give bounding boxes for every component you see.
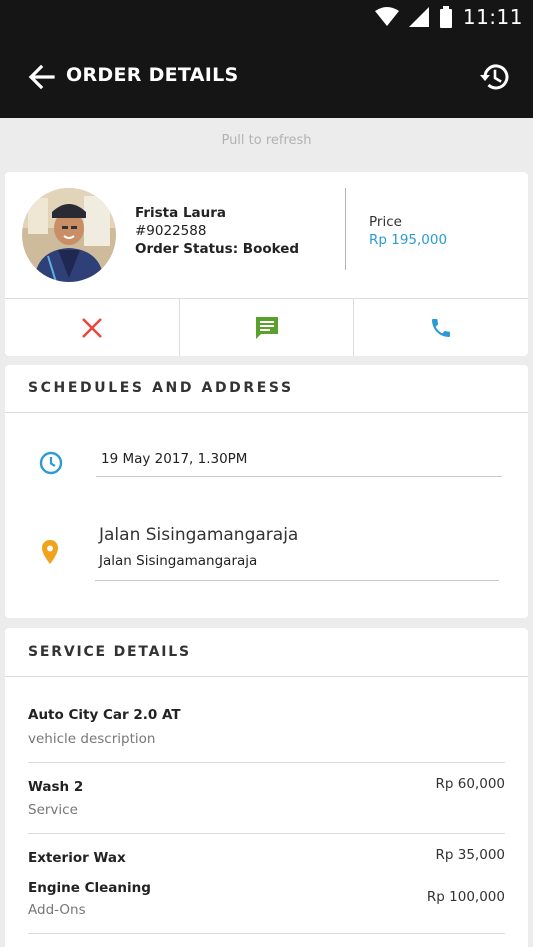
divider [96, 476, 502, 477]
addon-type: Add-Ons [28, 902, 86, 918]
service-name: Wash 2 [28, 779, 84, 795]
wifi-icon [374, 7, 399, 26]
signal-icon [408, 7, 429, 27]
service-price: Rp 60,000 [435, 776, 505, 792]
divider [345, 188, 346, 270]
price-value: Rp 195,000 [369, 232, 448, 248]
pull-to-refresh-hint: Pull to refresh [221, 133, 312, 148]
section-title-schedule: SCHEDULES AND ADDRESS [28, 380, 294, 396]
addon-name: Engine Cleaning [28, 880, 151, 896]
service-details-card: SERVICE DETAILS Auto City Car 2.0 AT veh… [5, 628, 528, 947]
addon-name: Exterior Wax [28, 850, 126, 866]
app-bar: ORDER DETAILS [0, 34, 533, 118]
page-title: ORDER DETAILS [66, 64, 239, 86]
vehicle-name: Auto City Car 2.0 AT [28, 707, 181, 723]
location-pin-icon [42, 540, 58, 564]
price-label: Price [369, 214, 402, 230]
section-title-service: SERVICE DETAILS [28, 644, 191, 660]
battery-icon [439, 6, 452, 28]
service-type: Service [28, 802, 78, 818]
chat-icon [255, 316, 278, 339]
order-id: #9022588 [135, 223, 207, 239]
addon-price: Rp 35,000 [435, 847, 505, 863]
arrow-back-icon[interactable] [26, 62, 56, 92]
status-bar: 11:11 [0, 0, 533, 34]
call-button[interactable] [354, 299, 528, 356]
chat-button[interactable] [180, 299, 355, 356]
status-time: 11:11 [462, 5, 523, 29]
divider [95, 580, 499, 581]
clock-icon [39, 451, 63, 475]
addon-price: Rp 100,000 [426, 889, 505, 905]
phone-icon [432, 318, 451, 337]
divider [28, 833, 505, 834]
divider [5, 412, 528, 413]
avatar [22, 188, 116, 282]
cancel-order-button[interactable] [5, 299, 180, 356]
history-icon[interactable] [477, 60, 511, 94]
divider [28, 933, 505, 934]
action-bar [5, 298, 528, 356]
address-detail: Jalan Sisingamangaraja [99, 553, 258, 569]
driver-name: Frista Laura [135, 205, 227, 221]
address-title: Jalan Sisingamangaraja [99, 525, 299, 545]
vehicle-description: vehicle description [28, 731, 156, 747]
order-status: Order Status: Booked [135, 241, 300, 257]
divider [28, 762, 505, 763]
divider [5, 676, 528, 677]
schedule-datetime: 19 May 2017, 1.30PM [101, 451, 248, 467]
order-summary-card: Frista Laura #9022588 Order Status: Book… [5, 172, 528, 356]
close-icon [81, 317, 102, 338]
schedule-address-card: SCHEDULES AND ADDRESS 19 May 2017, 1.30P… [5, 365, 528, 618]
